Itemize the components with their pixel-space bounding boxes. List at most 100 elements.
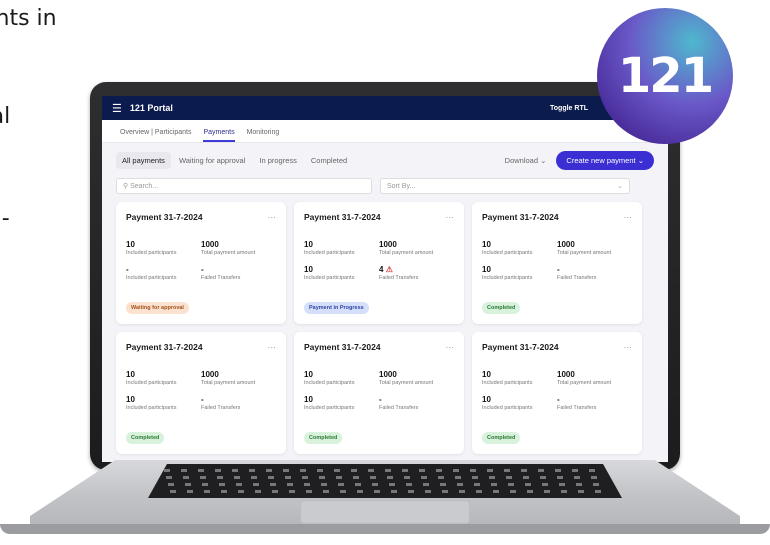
keyboard-key — [487, 469, 493, 472]
stat: 10 Included participants — [304, 265, 379, 281]
keyboard-key — [353, 476, 359, 479]
more-options-icon[interactable]: ··· — [624, 212, 633, 222]
filter-in-progress[interactable]: In progress — [253, 152, 303, 169]
card-stats: 10 Included participants 1000 Total payment… — [482, 370, 632, 411]
more-options-icon[interactable]: ··· — [624, 342, 633, 352]
keyboard-key — [306, 490, 312, 493]
more-options-icon[interactable]: ··· — [268, 212, 277, 222]
stat: - Failed Transfers — [379, 395, 454, 411]
stat-label: Total payment amount — [201, 250, 256, 256]
keyboard-key — [198, 469, 204, 472]
keyboard-key — [300, 469, 306, 472]
payment-card[interactable]: Payment 31-7-2024 ··· 10 Included participa… — [116, 202, 286, 324]
payment-card[interactable]: Payment 31-7-2024 ··· 10 Included participa… — [294, 202, 464, 324]
keyboard-key — [374, 490, 380, 493]
keyboard-key — [506, 476, 512, 479]
stat-label: Failed Transfers — [379, 405, 419, 411]
stat-value: 10 — [126, 395, 135, 404]
card-header: Payment 31-7-2024 ··· — [304, 342, 454, 352]
create-new-payment-button[interactable]: Create new payment ⌄ — [556, 151, 654, 170]
card-title: Payment 31-7-2024 — [482, 342, 559, 352]
toggle-rtl-button[interactable]: Toggle RTL — [550, 105, 588, 112]
keyboard-key — [474, 483, 480, 486]
stat: 1000 Total payment amount — [557, 240, 632, 256]
stat-value: - — [201, 265, 276, 274]
stat: 10 Included participants — [304, 395, 379, 411]
keyboard-key — [323, 490, 329, 493]
keyboard-key — [423, 483, 429, 486]
stat-value: 10 — [482, 395, 491, 404]
keyboard-key — [283, 469, 289, 472]
status-badge: Waiting for approval — [126, 302, 189, 314]
keyboard-key — [266, 469, 272, 472]
keyboard-key — [289, 490, 295, 493]
keyboard-key — [204, 490, 210, 493]
stat: 10 Included participants — [482, 395, 557, 411]
more-options-icon[interactable]: ··· — [446, 342, 455, 352]
keyboard-key — [436, 469, 442, 472]
download-button[interactable]: Download ⌄ — [505, 156, 547, 165]
keyboard-key — [200, 476, 206, 479]
stat: - Included participants — [126, 265, 201, 281]
payment-card[interactable]: Payment 31-7-2024 ··· 10 Included participa… — [116, 332, 286, 454]
payment-card[interactable]: Payment 31-7-2024 ··· 10 Included participa… — [472, 332, 642, 454]
keyboard-key — [425, 490, 431, 493]
stat: 10 Included participants — [304, 240, 379, 256]
stat-label: Total payment amount — [557, 250, 612, 256]
status-badge: Completed — [482, 432, 521, 444]
stat-value: 10 — [482, 370, 491, 379]
payment-card[interactable]: Payment 31-7-2024 ··· 10 Included participa… — [472, 202, 642, 324]
chevron-down-icon: ⌄ — [637, 156, 644, 165]
stat-label: Failed Transfers — [557, 275, 597, 281]
card-title: Payment 31-7-2024 — [482, 212, 559, 222]
tab-overview-participants[interactable]: Overview | Participants — [120, 129, 191, 142]
keyboard-key — [442, 490, 448, 493]
stat: - Failed Transfers — [201, 265, 276, 281]
stat: 1000 Total payment amount — [379, 240, 454, 256]
stat: 10 Included participants — [304, 370, 379, 386]
filter-waiting-for-approval[interactable]: Waiting for approval — [173, 152, 251, 169]
keyboard-key — [576, 483, 582, 486]
stat-value: - — [379, 395, 454, 404]
payment-card[interactable]: Payment 31-7-2024 ··· 10 Included participa… — [294, 332, 464, 454]
sort-by-select[interactable]: Sort By... ⌄ — [380, 178, 630, 194]
stat-label: Included participants — [304, 380, 355, 386]
more-options-icon[interactable]: ··· — [268, 342, 277, 352]
stat: 10 Included participants — [126, 370, 201, 386]
more-options-icon[interactable]: ··· — [446, 212, 455, 222]
tab-monitoring[interactable]: Monitoring — [247, 129, 280, 142]
keyboard-key — [319, 476, 325, 479]
keyboard-key — [268, 476, 274, 479]
card-header: Payment 31-7-2024 ··· — [126, 342, 276, 352]
stat-value: - — [126, 265, 129, 274]
keyboard-key — [510, 490, 516, 493]
stat-number: - — [201, 265, 204, 274]
keyboard-key — [525, 483, 531, 486]
search-input[interactable]: ⚲ Search... — [116, 178, 372, 194]
filter-all-payments[interactable]: All payments — [116, 152, 171, 169]
status-badge: Completed — [304, 432, 343, 444]
stat-label: Included participants — [126, 250, 177, 256]
keyboard-key — [236, 483, 242, 486]
keyboard-key — [559, 483, 565, 486]
keyboard-key — [540, 476, 546, 479]
keyboard-key — [391, 490, 397, 493]
keyboard-key — [561, 490, 567, 493]
stat: 10 Included participants — [482, 370, 557, 386]
keyboard-key — [217, 476, 223, 479]
keyboard-key — [164, 469, 170, 472]
keyboard-key — [404, 476, 410, 479]
stat-label: Total payment amount — [557, 380, 612, 386]
card-title: Payment 31-7-2024 — [304, 342, 381, 352]
create-label: Create new payment — [566, 156, 636, 165]
card-header: Payment 31-7-2024 ··· — [304, 212, 454, 222]
hamburger-icon[interactable]: ☰ — [112, 102, 122, 115]
stat-label: Total payment amount — [379, 250, 434, 256]
filter-completed[interactable]: Completed — [305, 152, 353, 169]
card-title: Payment 31-7-2024 — [126, 342, 203, 352]
chevron-down-icon: ⌄ — [617, 183, 623, 190]
tab-payments[interactable]: Payments — [203, 129, 235, 142]
stat-number: 4 — [379, 265, 384, 274]
keyboard-key — [402, 469, 408, 472]
stat-number: - — [557, 395, 560, 404]
